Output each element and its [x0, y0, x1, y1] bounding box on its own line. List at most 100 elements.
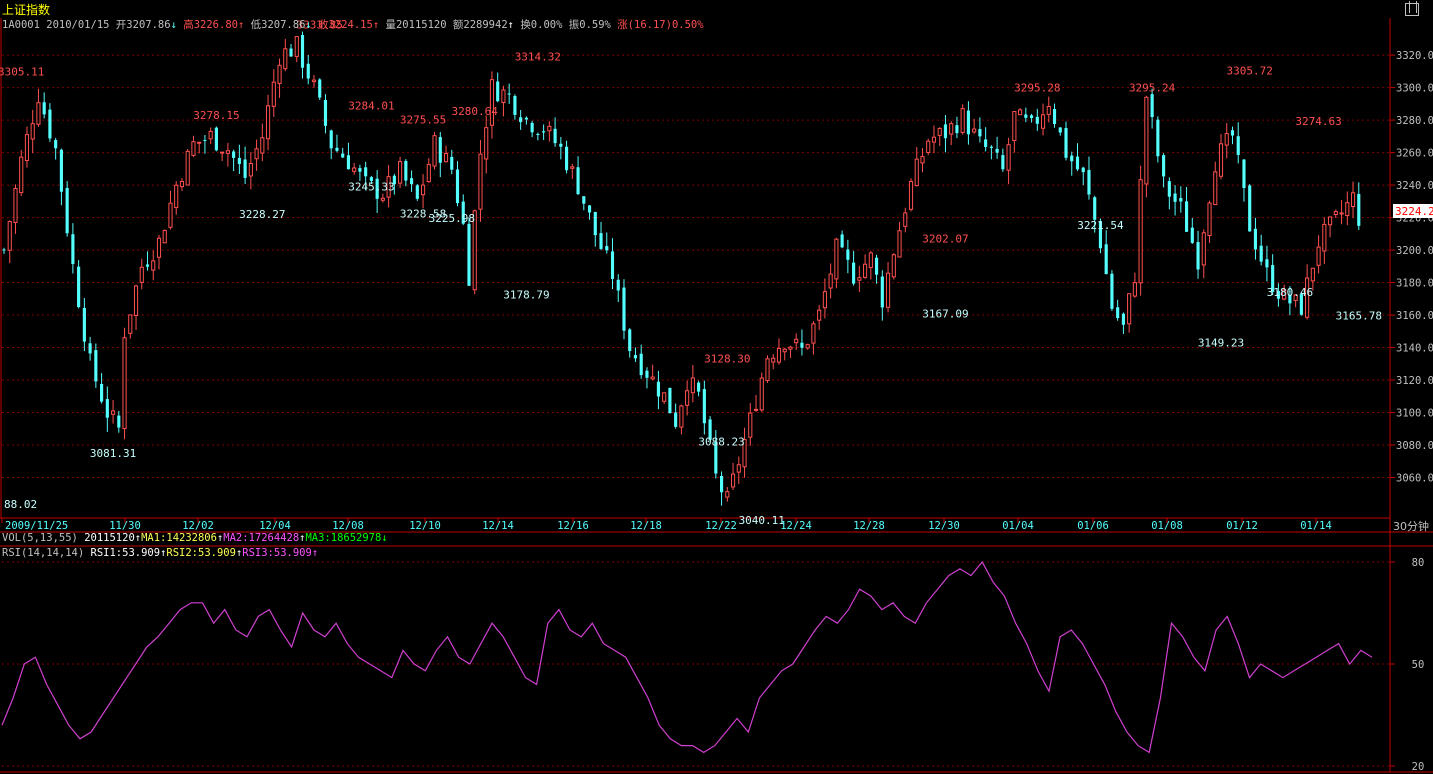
candle-body: [868, 252, 873, 269]
candle-body: [1339, 212, 1344, 215]
candle-body: [605, 246, 609, 251]
candle-body: [489, 79, 495, 126]
candle-body: [1201, 232, 1206, 266]
candle-body: [24, 134, 30, 161]
extreme-annotations: 3305.1188.023081.313278.153228.273333.85…: [0, 19, 1382, 527]
price-tick-label: 3060.0: [1396, 473, 1433, 485]
candle-body: [1081, 167, 1085, 173]
candle-body: [1230, 130, 1235, 136]
candle-body: [674, 412, 678, 427]
candle-body: [105, 399, 109, 418]
candle-body: [610, 251, 615, 279]
maximize-icon[interactable]: [1405, 1, 1419, 16]
candle-body: [1006, 144, 1011, 171]
candle-body: [484, 127, 489, 160]
candle-body: [776, 347, 782, 363]
candle-body: [341, 153, 345, 158]
candle-body: [811, 323, 816, 344]
candle-body: [1052, 108, 1057, 124]
candle-body: [943, 124, 948, 139]
candle-body: [156, 237, 162, 258]
candle-body: [48, 109, 52, 139]
candle-body: [662, 392, 667, 402]
candle-body: [283, 48, 288, 70]
candle-body: [1087, 170, 1091, 195]
candle-body: [133, 285, 139, 317]
extreme-label: 3088.23: [698, 436, 744, 449]
turnover-value: 换0.00%: [520, 19, 563, 31]
rsi-tick-label: 50: [1412, 659, 1425, 671]
extreme-label: 3278.15: [193, 109, 239, 122]
vol-value: 20115120: [84, 532, 135, 544]
candle-body: [271, 81, 276, 107]
extreme-label: 3040.11: [739, 514, 785, 527]
rsi3-value: RSI3:53.909: [242, 547, 312, 559]
extreme-label: 3275.55: [400, 113, 446, 126]
candle-body: [179, 180, 185, 188]
price-tick-label: 3260.0: [1396, 148, 1433, 160]
candle-body: [656, 381, 660, 397]
candle-body: [885, 272, 891, 308]
current-price-tag: 3224.2: [1393, 204, 1433, 218]
candle-body: [438, 137, 442, 163]
price-tick-label: 3180.0: [1396, 278, 1433, 290]
candle-body: [94, 350, 98, 382]
price-tick-label: 3320.0: [1396, 50, 1433, 62]
candle-body: [1001, 155, 1005, 170]
candle-body: [110, 410, 116, 415]
candle-body: [208, 130, 213, 140]
candle-body: [736, 464, 741, 473]
date-tick-label: 12/16: [557, 520, 589, 532]
extreme-label: 3221.54: [1077, 219, 1124, 232]
candle-body: [622, 287, 626, 331]
candle-body: [352, 167, 357, 172]
candle-body: [1064, 128, 1068, 158]
candle-body: [1144, 96, 1149, 185]
candle-body: [507, 93, 511, 95]
candle-body: [478, 153, 483, 210]
candlestick-series: [2, 31, 1361, 506]
extreme-label: 3167.09: [922, 308, 968, 321]
candle-body: [984, 139, 988, 148]
candle-body: [380, 197, 385, 201]
amplitude-value: 振0.59%: [568, 19, 611, 31]
candle-body: [1018, 109, 1023, 116]
candle-body: [553, 128, 557, 144]
candle-body: [914, 158, 919, 187]
candle-body: [1350, 192, 1356, 208]
rsi-indicator: RSI(14,14,14) RSI1:53.909↑RSI2:53.909↑RS…: [2, 547, 319, 559]
candle-body: [880, 276, 884, 308]
candle-body: [846, 249, 850, 260]
candle-body: [277, 64, 282, 84]
vol-ma2: MA2:17264428: [223, 532, 300, 544]
candle-body: [191, 141, 196, 156]
candle-body: [903, 212, 908, 227]
candle-body: [616, 279, 620, 291]
candle-body: [2, 249, 6, 251]
candle-body: [582, 196, 586, 204]
candle-body: [1310, 267, 1315, 282]
date-tick-label: 12/04: [259, 520, 291, 532]
extreme-label: 3280.64: [452, 105, 499, 118]
candle-body: [1259, 245, 1263, 262]
candle-body: [501, 89, 506, 104]
candle-body: [897, 230, 902, 258]
date-tick-label: 11/30: [109, 520, 141, 532]
candle-body: [1218, 143, 1224, 177]
extreme-label: 3305.72: [1227, 64, 1273, 77]
candle-body: [54, 140, 58, 149]
candle-body: [237, 157, 241, 165]
candle-body: [1242, 159, 1246, 188]
candle-body: [542, 131, 546, 133]
candle-body: [1253, 228, 1258, 250]
candle-body: [1138, 179, 1143, 284]
rsi-tick-label: 20: [1412, 761, 1425, 773]
candle-body: [828, 273, 833, 289]
candle-body: [77, 266, 81, 308]
vol-label: VOL(5,13,55): [2, 532, 78, 544]
candle-body: [759, 377, 764, 411]
candle-body: [243, 159, 247, 178]
candle-body: [570, 166, 575, 169]
candle-body: [248, 162, 253, 177]
candle-body: [306, 63, 310, 79]
